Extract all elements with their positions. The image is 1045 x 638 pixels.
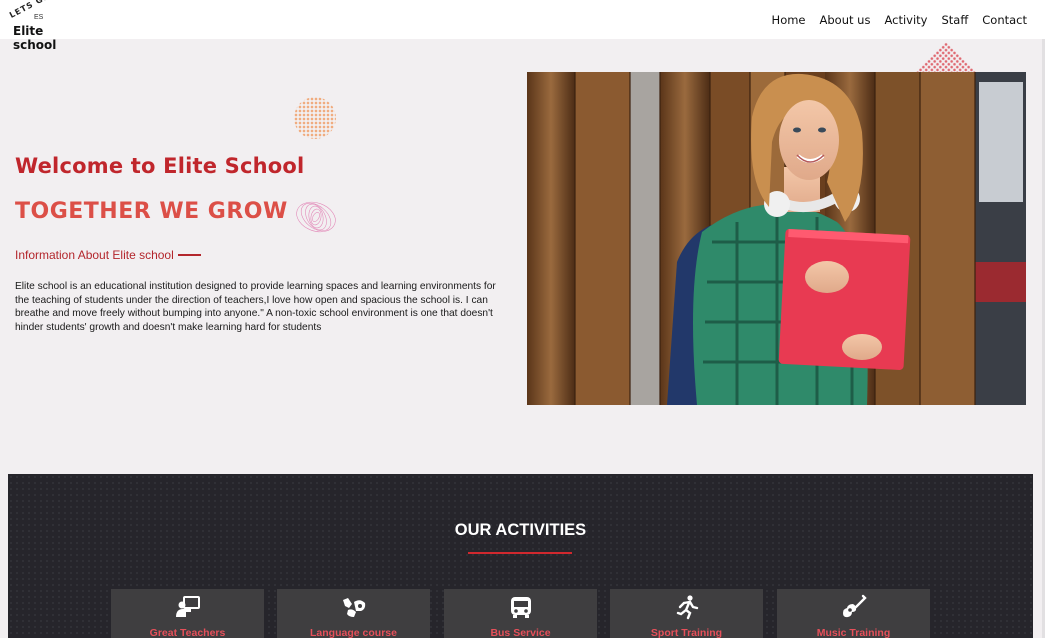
logo-name: Elite school (13, 24, 57, 52)
guitar-icon (777, 594, 930, 620)
site-logo[interactable]: LETS GROW ES Elite school (8, 0, 83, 52)
activity-card-great-teachers[interactable]: Great Teachers (111, 589, 264, 638)
nav-link-activity[interactable]: Activity (884, 13, 927, 27)
decorative-spiral (296, 201, 336, 233)
info-heading: Information About Elite school (15, 248, 174, 262)
activity-card-music-training[interactable]: Music Training (777, 589, 930, 638)
nav-link-staff[interactable]: Staff (941, 13, 968, 27)
tagline-heading: TOGETHER WE GROW (15, 199, 288, 224)
hero-student-photo (527, 72, 1026, 405)
main-nav: Home About us Activity Staff Contact (772, 13, 1027, 27)
activity-label: Music Training (816, 627, 891, 638)
activity-card-sport-training[interactable]: Sport Training (610, 589, 763, 638)
teacher-icon (111, 594, 264, 620)
activity-label: Sport Training (650, 627, 723, 638)
nav-link-home[interactable]: Home (772, 13, 806, 27)
bus-icon (444, 594, 597, 620)
logo-mark: ES (34, 14, 44, 21)
sign-language-icon (277, 594, 430, 620)
navbar: LETS GROW ES Elite school Home About us … (0, 0, 1045, 52)
activity-label: Bus Service (490, 627, 551, 638)
info-underline (178, 254, 201, 256)
nav-link-contact[interactable]: Contact (982, 13, 1027, 27)
school-description: Elite school is an educational instituti… (15, 281, 496, 333)
welcome-heading: Welcome to Elite School (15, 154, 305, 178)
activity-label: Language course (310, 627, 397, 638)
running-icon (610, 594, 763, 620)
activities-title: OUR ACTIVITIES (454, 521, 587, 539)
activity-card-bus-service[interactable]: Bus Service (444, 589, 597, 638)
activity-label: Great Teachers (149, 627, 226, 638)
activities-title-underline (468, 552, 572, 554)
decorative-dot-circle (294, 97, 336, 139)
nav-link-about[interactable]: About us (820, 13, 871, 27)
activities-section: OUR ACTIVITIES Great Teachers Language c… (8, 474, 1033, 638)
activity-card-language-course[interactable]: Language course (277, 589, 430, 638)
